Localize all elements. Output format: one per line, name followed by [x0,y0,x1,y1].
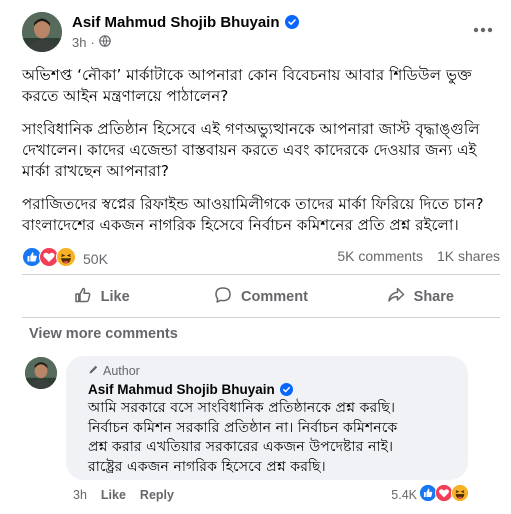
divider [22,274,500,275]
post-author-name[interactable]: Asif Mahmud Shojib Bhuyain [72,14,299,33]
like-button[interactable]: Like [22,279,181,315]
comment-time[interactable]: 3h [73,488,87,502]
comment-author-label[interactable]: Asif Mahmud Shojib Bhuyain [88,382,275,397]
comment-line: রাষ্ট্রের একজন নাগরিক হিসেবে প্রশ্ন করছি… [88,458,326,475]
view-more-comments-link[interactable]: View more comments [29,326,178,342]
share-icon [387,286,405,308]
author-badge-label: Author [103,364,140,378]
stats-right: 5K comments 1K shares [337,248,500,264]
comment-reaction-summary[interactable]: 5.4K [391,484,469,505]
comment-actions: 3h Like Reply [73,488,174,502]
post-paragraph: অভিশপ্ত ‘নৌকা’ মার্কাটাকে আপনারা কোন বিব… [22,66,472,105]
comment-label: Comment [241,289,308,305]
globe-icon [99,35,111,50]
thumbs-up-icon [74,286,92,308]
comment-reply-button[interactable]: Reply [140,488,174,502]
comment-bubble: Author Asif Mahmud Shojib Bhuyain আমি সর… [66,356,468,480]
post-paragraph: সাংবিধানিক প্রতিষ্ঠান হিসেবে এই গণঅভ্যুত… [22,120,480,180]
comment-count[interactable]: 5K comments [337,248,423,264]
comment-line: প্রশ্ন করার এখতিয়ার সরকারের একজন উপদেষ্… [88,439,394,455]
share-count[interactable]: 1K shares [437,248,500,264]
verified-badge-icon [284,15,299,33]
comment-text: আমি সরকারে বসে সাংবিধানিক প্রতিষ্ঠানকে প… [88,399,456,477]
comment-button[interactable]: Comment [181,279,340,315]
post-header: Asif Mahmud Shojib Bhuyain 3h · [22,12,497,56]
comment-reaction-count: 5.4K [391,487,417,502]
share-button[interactable]: Share [341,279,500,315]
comment-line: আমি সরকারে বসে সাংবিধানিক প্রতিষ্ঠানকে প… [88,400,396,416]
avatar[interactable] [22,12,62,52]
post-time[interactable]: 3h [72,35,86,50]
post-body: অভিশপ্ত ‘নৌকা’ মার্কাটাকে আপনারা কোন বিব… [22,65,500,248]
post-stats: 50K 5K comments 1K shares [22,247,500,269]
dot-separator: · [90,35,95,50]
like-label: Like [100,289,130,305]
author-badge: Author [88,364,456,378]
comment-line: নির্বাচন কমিশন সরকারি প্রতিষ্ঠান না। নির… [88,419,398,436]
divider [22,317,500,318]
comment-icon [214,286,232,308]
share-label: Share [413,289,454,305]
reaction-summary[interactable]: 50K [22,247,108,270]
comment-avatar[interactable] [25,357,57,389]
reaction-count[interactable]: 50K [83,251,108,267]
comment-author-name[interactable]: Asif Mahmud Shojib Bhuyain [88,382,456,399]
haha-reaction-icon [451,484,469,505]
comment-like-button[interactable]: Like [101,488,126,502]
more-icon[interactable] [471,20,495,40]
verified-badge-icon [279,383,293,399]
post-actions: Like Comment Share [22,279,500,315]
post-paragraph: পরাজিতদের স্বপ্নের রিফাইন্ড আওয়ামিলীগকে… [22,195,484,234]
post-author-label[interactable]: Asif Mahmud Shojib Bhuyain [72,14,280,31]
author-pen-icon [88,364,99,378]
post-meta: 3h · [72,35,111,50]
haha-reaction-icon [56,247,76,270]
